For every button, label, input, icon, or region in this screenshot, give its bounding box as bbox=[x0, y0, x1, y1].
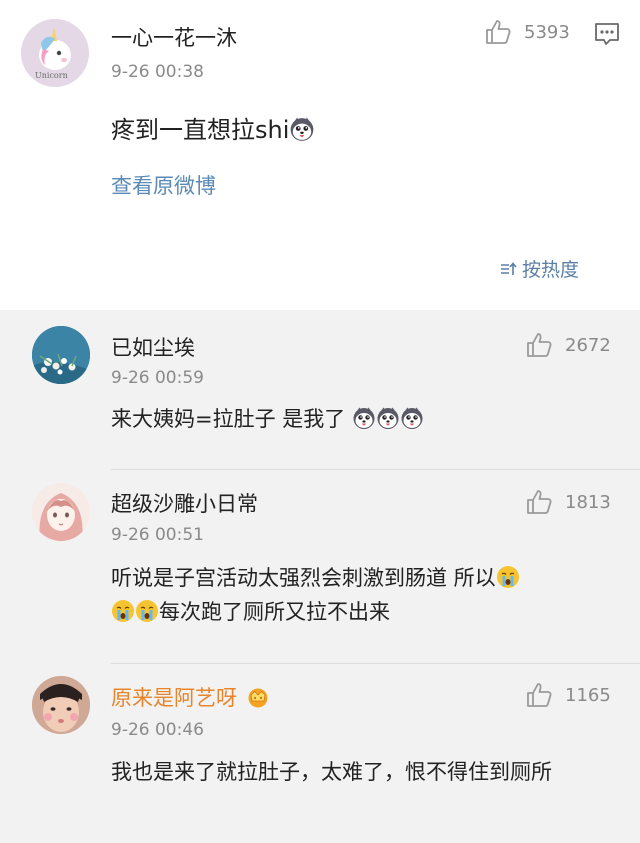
avatar[interactable] bbox=[32, 326, 90, 384]
timestamp: 9-26 00:46 bbox=[111, 720, 204, 740]
reply-text-line2: 每次跑了厕所又拉不出来 bbox=[159, 600, 390, 624]
like-count: 1165 bbox=[565, 684, 611, 706]
timestamp: 9-26 00:59 bbox=[111, 368, 204, 388]
username[interactable]: 原来是阿艺呀 bbox=[111, 682, 270, 712]
timestamp: 9-26 00:38 bbox=[111, 62, 204, 82]
avatar[interactable] bbox=[32, 483, 90, 541]
thumbs-up-icon bbox=[525, 488, 553, 516]
view-original-link[interactable]: 查看原微博 bbox=[111, 170, 216, 200]
reply-text: 我也是来了就拉肚子，太难了，恨不得住到厕所 bbox=[111, 760, 552, 784]
husky-emoji bbox=[400, 406, 424, 430]
reply-text: 来大姨妈=拉肚子 是我了 bbox=[111, 402, 424, 436]
username[interactable]: 已如尘埃 bbox=[111, 332, 195, 362]
reply-text: 听说是子宫活动太强烈会刺激到肠道 所以 每次跑了厕所又拉不出来 bbox=[111, 561, 611, 629]
sort-by-hot-button[interactable]: 按热度 bbox=[500, 255, 579, 282]
main-comment: Unicorn 一心一花一沐 9-26 00:38 5393 疼到一直想拉shi… bbox=[0, 0, 640, 310]
reply-text-body: 来大姨妈=拉肚子 是我了 bbox=[111, 407, 346, 431]
husky-emoji bbox=[289, 116, 315, 142]
thumbs-up-icon bbox=[525, 681, 553, 709]
crown-badge-icon bbox=[246, 686, 270, 708]
username-text: 原来是阿艺呀 bbox=[111, 686, 237, 710]
anime-girl-avatar-icon bbox=[32, 483, 90, 541]
flowers-avatar-icon bbox=[32, 326, 90, 384]
comment-icon bbox=[595, 23, 619, 45]
crying-emoji bbox=[496, 565, 520, 589]
divider bbox=[111, 663, 640, 664]
like-button[interactable]: 1813 bbox=[525, 488, 611, 516]
timestamp: 9-26 00:51 bbox=[111, 525, 204, 545]
husky-emoji bbox=[376, 406, 400, 430]
sort-icon bbox=[501, 261, 517, 275]
reply-text-line1: 听说是子宫活动太强烈会刺激到肠道 所以 bbox=[111, 566, 496, 590]
like-count: 2672 bbox=[565, 334, 611, 356]
husky-emoji bbox=[352, 406, 376, 430]
avatar-label: Unicorn bbox=[35, 71, 68, 80]
like-button[interactable]: 1165 bbox=[525, 681, 611, 709]
crying-emoji bbox=[135, 599, 159, 623]
divider bbox=[111, 469, 640, 470]
like-button[interactable]: 2672 bbox=[525, 331, 611, 359]
crying-emoji bbox=[111, 599, 135, 623]
username[interactable]: 一心一花一沐 bbox=[111, 22, 237, 52]
reply-list: 已如尘埃 9-26 00:59 2672 来大姨妈=拉肚子 是我了 超级沙雕小日… bbox=[0, 310, 640, 843]
like-button[interactable]: 5393 bbox=[484, 18, 570, 46]
comment-button[interactable] bbox=[593, 20, 621, 48]
comment-text-body: 疼到一直想拉shi bbox=[111, 116, 290, 144]
thumbs-up-icon bbox=[484, 18, 512, 46]
selfie-avatar-icon bbox=[32, 676, 90, 734]
username[interactable]: 超级沙雕小日常 bbox=[111, 488, 258, 518]
comment-text: 疼到一直想拉shi bbox=[111, 113, 315, 147]
like-count: 1813 bbox=[565, 491, 611, 513]
avatar[interactable]: Unicorn bbox=[21, 19, 89, 87]
sort-label: 按热度 bbox=[522, 259, 580, 281]
avatar[interactable] bbox=[32, 676, 90, 734]
like-count: 5393 bbox=[524, 21, 570, 43]
thumbs-up-icon bbox=[525, 331, 553, 359]
